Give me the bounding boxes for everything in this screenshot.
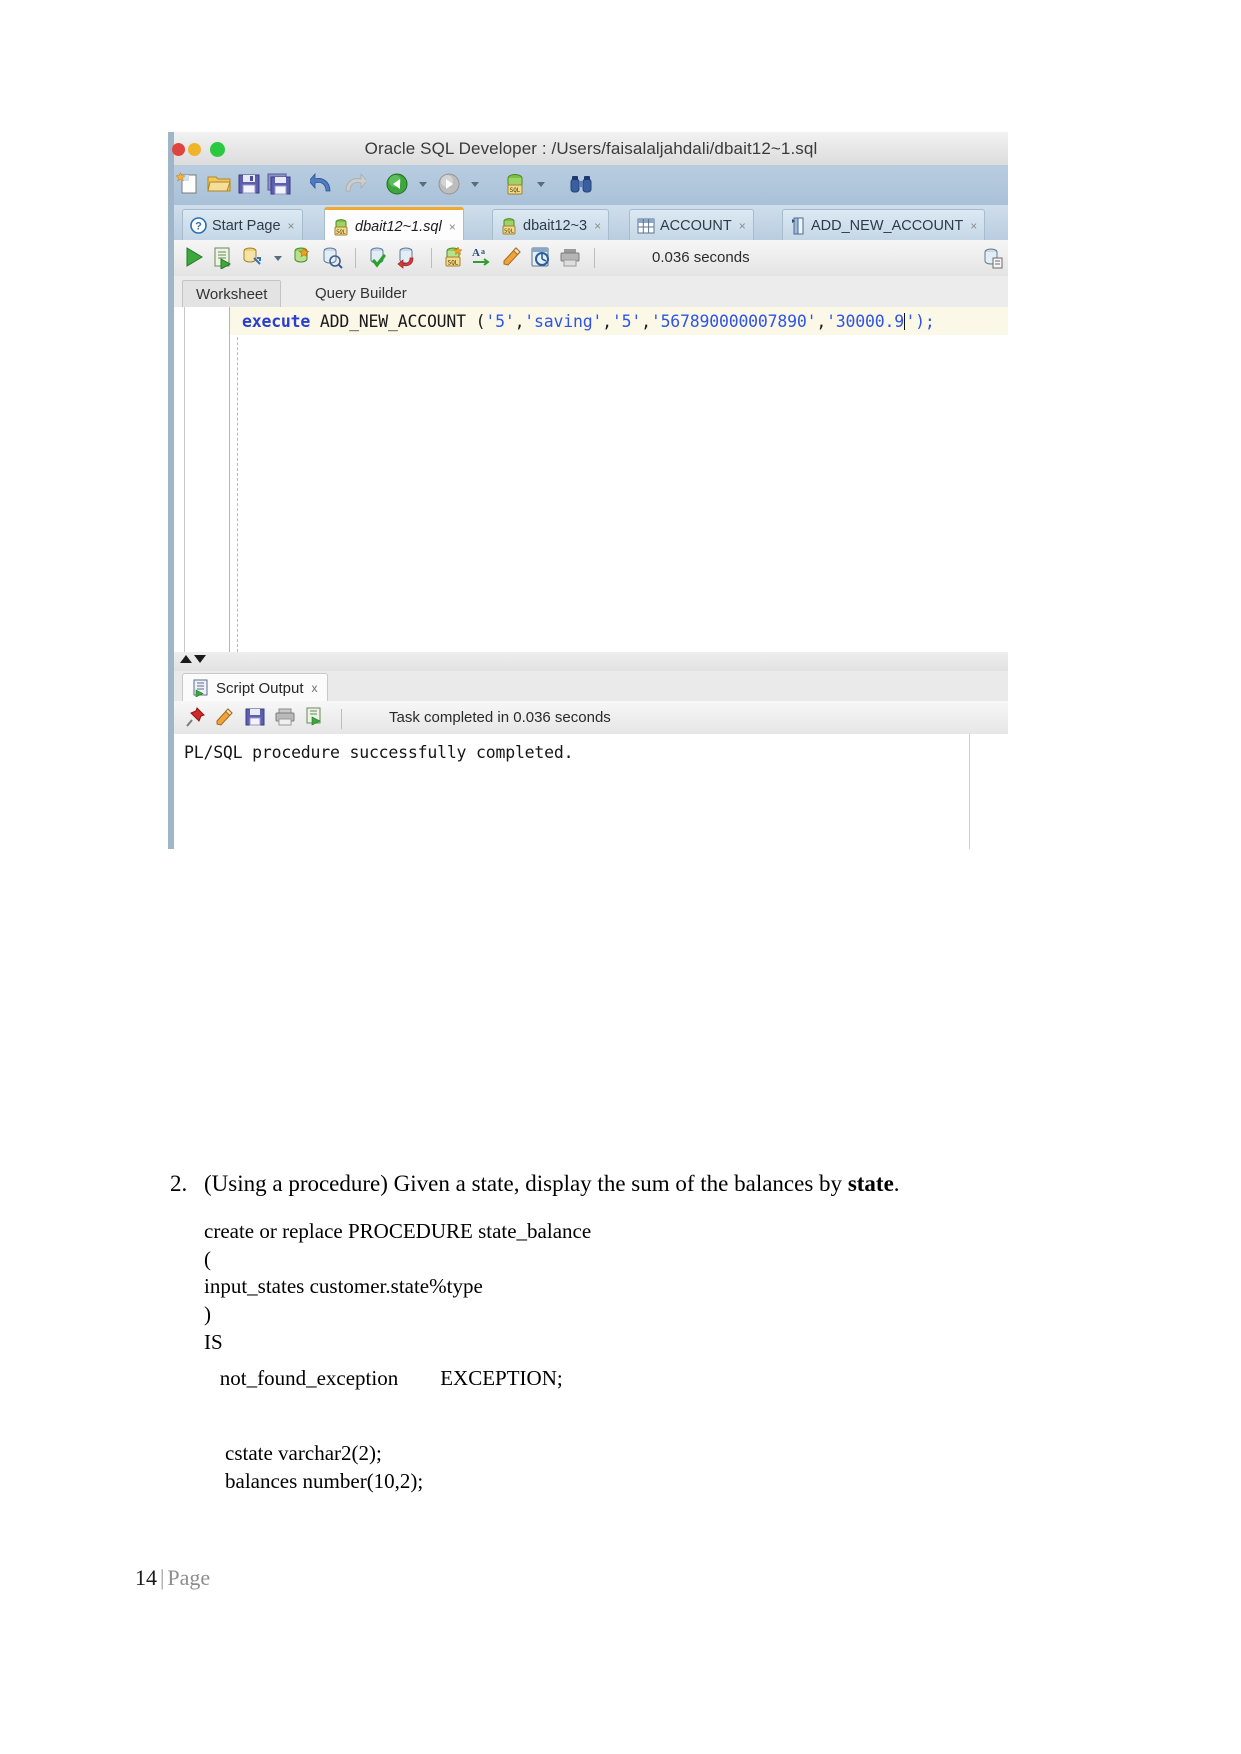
question-number: 2. — [170, 1171, 188, 1196]
question-2: 2. (Using a procedure) Given a state, di… — [170, 1168, 1050, 1199]
procedure-code-exception-decl: not_found_exception EXCEPTION; — [204, 1366, 563, 1390]
question-prefix: (Using a procedure) Given a state, displ… — [204, 1171, 848, 1196]
procedure-code-header: create or replace PROCEDURE state_balanc… — [204, 1219, 592, 1354]
page-footer: 14 | Page — [135, 1565, 210, 1591]
document-body: 2. (Using a procedure) Given a state, di… — [0, 0, 1241, 1754]
question-suffix: . — [893, 1171, 900, 1196]
footer-label: Page — [167, 1565, 211, 1590]
question-text: (Using a procedure) Given a state, displ… — [204, 1168, 1050, 1199]
procedure-code-variable-decls: cstate varchar2(2); balances number(10,2… — [225, 1441, 424, 1493]
footer-separator: | — [160, 1565, 165, 1590]
page-number: 14 — [135, 1565, 157, 1590]
question-bold-term: state — [847, 1171, 894, 1196]
